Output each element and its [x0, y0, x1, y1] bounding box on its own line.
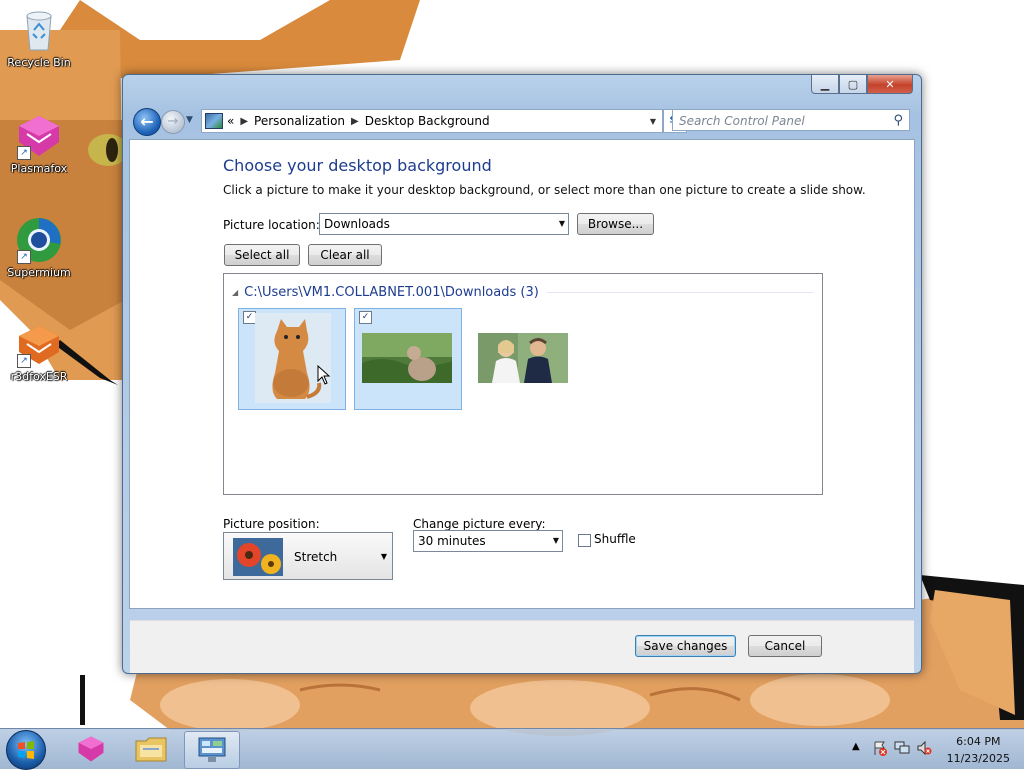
group-header-label: C:\Users\VM1.COLLABNET.001\Downloads (3) — [244, 285, 539, 300]
desktop-icon-label: Plasmafox — [10, 162, 68, 175]
plasmafox-icon — [78, 736, 104, 762]
breadcrumb-personalization[interactable]: Personalization — [254, 114, 345, 128]
save-changes-button[interactable]: Save changes — [635, 635, 736, 657]
clear-all-button[interactable]: Clear all — [308, 244, 382, 266]
change-picture-label: Change picture every: — [413, 517, 546, 531]
minimize-icon: ▁ — [820, 77, 830, 91]
notification-area: ▲ 6:04 PM 11/23/2025 — [834, 729, 1024, 769]
address-dropdown-icon[interactable]: ▼ — [644, 117, 662, 126]
back-arrow-icon: ← — [140, 112, 154, 131]
recycle-bin-icon — [15, 6, 63, 54]
taskbar-control-panel-button[interactable] — [184, 731, 240, 769]
clock-date: 11/23/2025 — [946, 752, 1010, 765]
search-icon[interactable]: ⚲ — [893, 110, 903, 132]
close-icon: ✕ — [885, 77, 895, 91]
start-button[interactable] — [6, 730, 46, 770]
desktop-background-window: ▁ ▢ ✕ ← → ▼ « ▶ Personalization ▶ Deskto… — [122, 74, 922, 674]
page-title: Choose your desktop background — [223, 156, 492, 175]
system-clock[interactable]: 6:04 PM 11/23/2025 — [947, 733, 1010, 767]
supermium-icon: ↗ — [15, 216, 63, 264]
search-input[interactable]: Search Control Panel ⚲ — [672, 109, 910, 131]
desktop-icon-label: Supermium — [7, 266, 71, 279]
chevron-down-icon: ▼ — [558, 219, 565, 228]
desktop-icon-recycle-bin[interactable]: Recycle Bin — [1, 6, 77, 69]
desktop-icon-supermium[interactable]: ↗ Supermium — [1, 216, 77, 279]
couple-portrait-image — [478, 333, 568, 383]
close-button[interactable]: ✕ — [867, 75, 913, 94]
back-button[interactable]: ← — [133, 108, 161, 136]
desktop-icon-r3dfox[interactable]: ↗ r3dfoxESR — [1, 320, 77, 383]
browse-button[interactable]: Browse... — [577, 213, 654, 235]
control-panel-icon — [205, 113, 223, 129]
recent-pages-button[interactable]: ▼ — [186, 115, 193, 125]
picture-position-label: Picture position: — [223, 517, 320, 531]
cat-sitting-image — [255, 313, 331, 403]
shortcut-arrow-icon: ↗ — [17, 354, 31, 368]
chevron-down-icon: ▼ — [552, 536, 559, 545]
change-picture-value: 30 minutes — [418, 534, 486, 548]
taskbar-explorer-button[interactable] — [124, 731, 178, 767]
navigation-bar: ← → ▼ « ▶ Personalization ▶ Desktop Back… — [131, 107, 913, 136]
windows-logo-icon — [18, 741, 34, 759]
picture-position-value: Stretch — [294, 550, 338, 564]
address-bar[interactable]: « ▶ Personalization ▶ Desktop Background… — [201, 109, 663, 133]
shortcut-arrow-icon: ↗ — [17, 146, 31, 160]
picture-location-value: Downloads — [324, 217, 390, 231]
taskbar-plasmafox-button[interactable] — [64, 731, 118, 767]
forward-arrow-icon: → — [167, 114, 179, 129]
picture-thumbnail-couple-portrait[interactable] — [470, 308, 578, 410]
content-pane: Choose your desktop background Click a p… — [129, 139, 915, 673]
minimize-button[interactable]: ▁ — [811, 75, 839, 94]
action-center-icon[interactable] — [872, 740, 888, 756]
control-panel-icon — [198, 737, 226, 762]
select-all-button[interactable]: Select all — [224, 244, 300, 266]
picture-list[interactable]: ◢ C:\Users\VM1.COLLABNET.001\Downloads (… — [223, 273, 823, 495]
change-picture-interval-select[interactable]: 30 minutes ▼ — [413, 530, 563, 552]
breadcrumb-desktop-background[interactable]: Desktop Background — [365, 114, 490, 128]
shortcut-arrow-icon: ↗ — [17, 250, 31, 264]
picture-location-label: Picture location: — [223, 218, 320, 232]
folder-icon — [135, 737, 167, 762]
collapse-triangle-icon[interactable]: ◢ — [232, 288, 238, 297]
picture-checkbox[interactable]: ✓ — [359, 311, 372, 324]
clock-time: 6:04 PM — [956, 735, 1001, 748]
breadcrumb-separator-icon[interactable]: ▶ — [351, 116, 359, 127]
chevron-down-icon: ▼ — [186, 115, 193, 125]
caption-buttons: ▁ ▢ ✕ — [811, 75, 913, 94]
maximize-icon: ▢ — [847, 77, 859, 91]
breadcrumb-separator-icon[interactable]: ▶ — [240, 116, 248, 127]
maximize-button[interactable]: ▢ — [839, 75, 867, 94]
desktop-icon-plasmafox[interactable]: ↗ Plasmafox — [1, 112, 77, 175]
desktop-icon-label: Recycle Bin — [7, 56, 71, 69]
dialog-footer: Save changes Cancel — [130, 620, 914, 673]
volume-muted-icon[interactable] — [916, 740, 932, 756]
search-placeholder: Search Control Panel — [679, 114, 805, 128]
plasmafox-icon: ↗ — [15, 112, 63, 160]
shuffle-checkbox[interactable] — [578, 534, 591, 547]
desktop-icon-label: r3dfoxESR — [10, 370, 68, 383]
mouse-cursor-icon — [317, 365, 331, 385]
picture-thumbnail-cat-sitting[interactable]: ✓ — [238, 308, 346, 410]
forward-button[interactable]: → — [161, 110, 185, 134]
group-divider — [546, 292, 814, 293]
chevron-down-icon: ▼ — [380, 552, 387, 561]
page-subtitle: Click a picture to make it your desktop … — [223, 183, 866, 197]
show-hidden-icons-button[interactable]: ▲ — [852, 741, 860, 752]
cancel-button[interactable]: Cancel — [748, 635, 822, 657]
picture-thumbnail-cat-in-grass[interactable]: ✓ — [354, 308, 462, 410]
shuffle-label[interactable]: Shuffle — [594, 532, 636, 546]
address-overflow-chevron[interactable]: « — [227, 114, 234, 128]
group-header[interactable]: ◢ C:\Users\VM1.COLLABNET.001\Downloads (… — [232, 285, 814, 300]
taskbar: ▲ 6:04 PM 11/23/2025 — [0, 728, 1024, 770]
cat-in-grass-image — [362, 333, 452, 383]
r3dfox-icon: ↗ — [15, 320, 63, 368]
flowers-preview-icon — [233, 538, 283, 576]
picture-position-select[interactable]: Stretch ▼ — [223, 532, 393, 580]
network-icon[interactable] — [894, 740, 910, 756]
picture-location-select[interactable]: Downloads ▼ — [319, 213, 569, 235]
